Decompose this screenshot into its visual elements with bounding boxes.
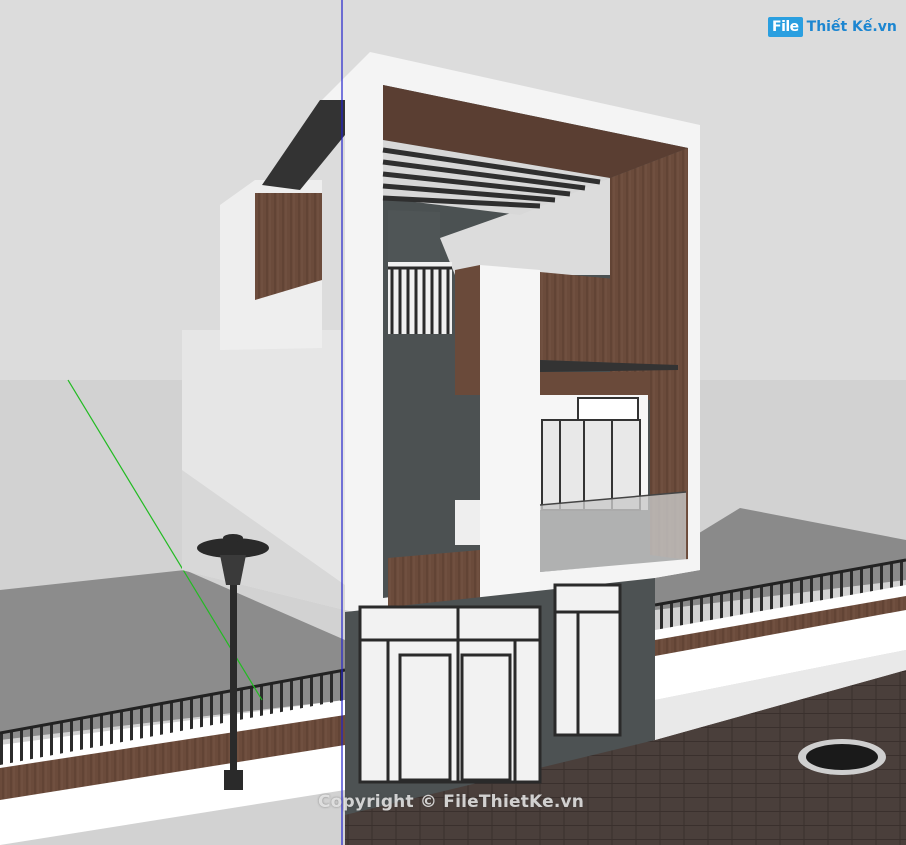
site-logo: File Thiết Kế.vn — [768, 14, 897, 40]
glass-railing — [540, 492, 686, 572]
small-window — [455, 500, 480, 545]
top-balcony-door — [388, 262, 452, 334]
ground-window-right — [553, 583, 622, 737]
protrusion-wood-left — [455, 265, 480, 395]
logo-rest-part: Thiết Kế.vn — [806, 19, 897, 35]
logo-file-part: File — [768, 17, 803, 37]
balcony-wood-panel — [540, 272, 678, 365]
copyright-watermark: Copyright © FileThietKe.vn — [318, 792, 585, 812]
viewport-canvas[interactable]: File Thiết Kế.vn Copyright © FileThietKe… — [0, 0, 906, 845]
model-scene — [0, 0, 906, 845]
protrusion-side — [480, 265, 540, 602]
manhole-cover — [806, 744, 878, 770]
